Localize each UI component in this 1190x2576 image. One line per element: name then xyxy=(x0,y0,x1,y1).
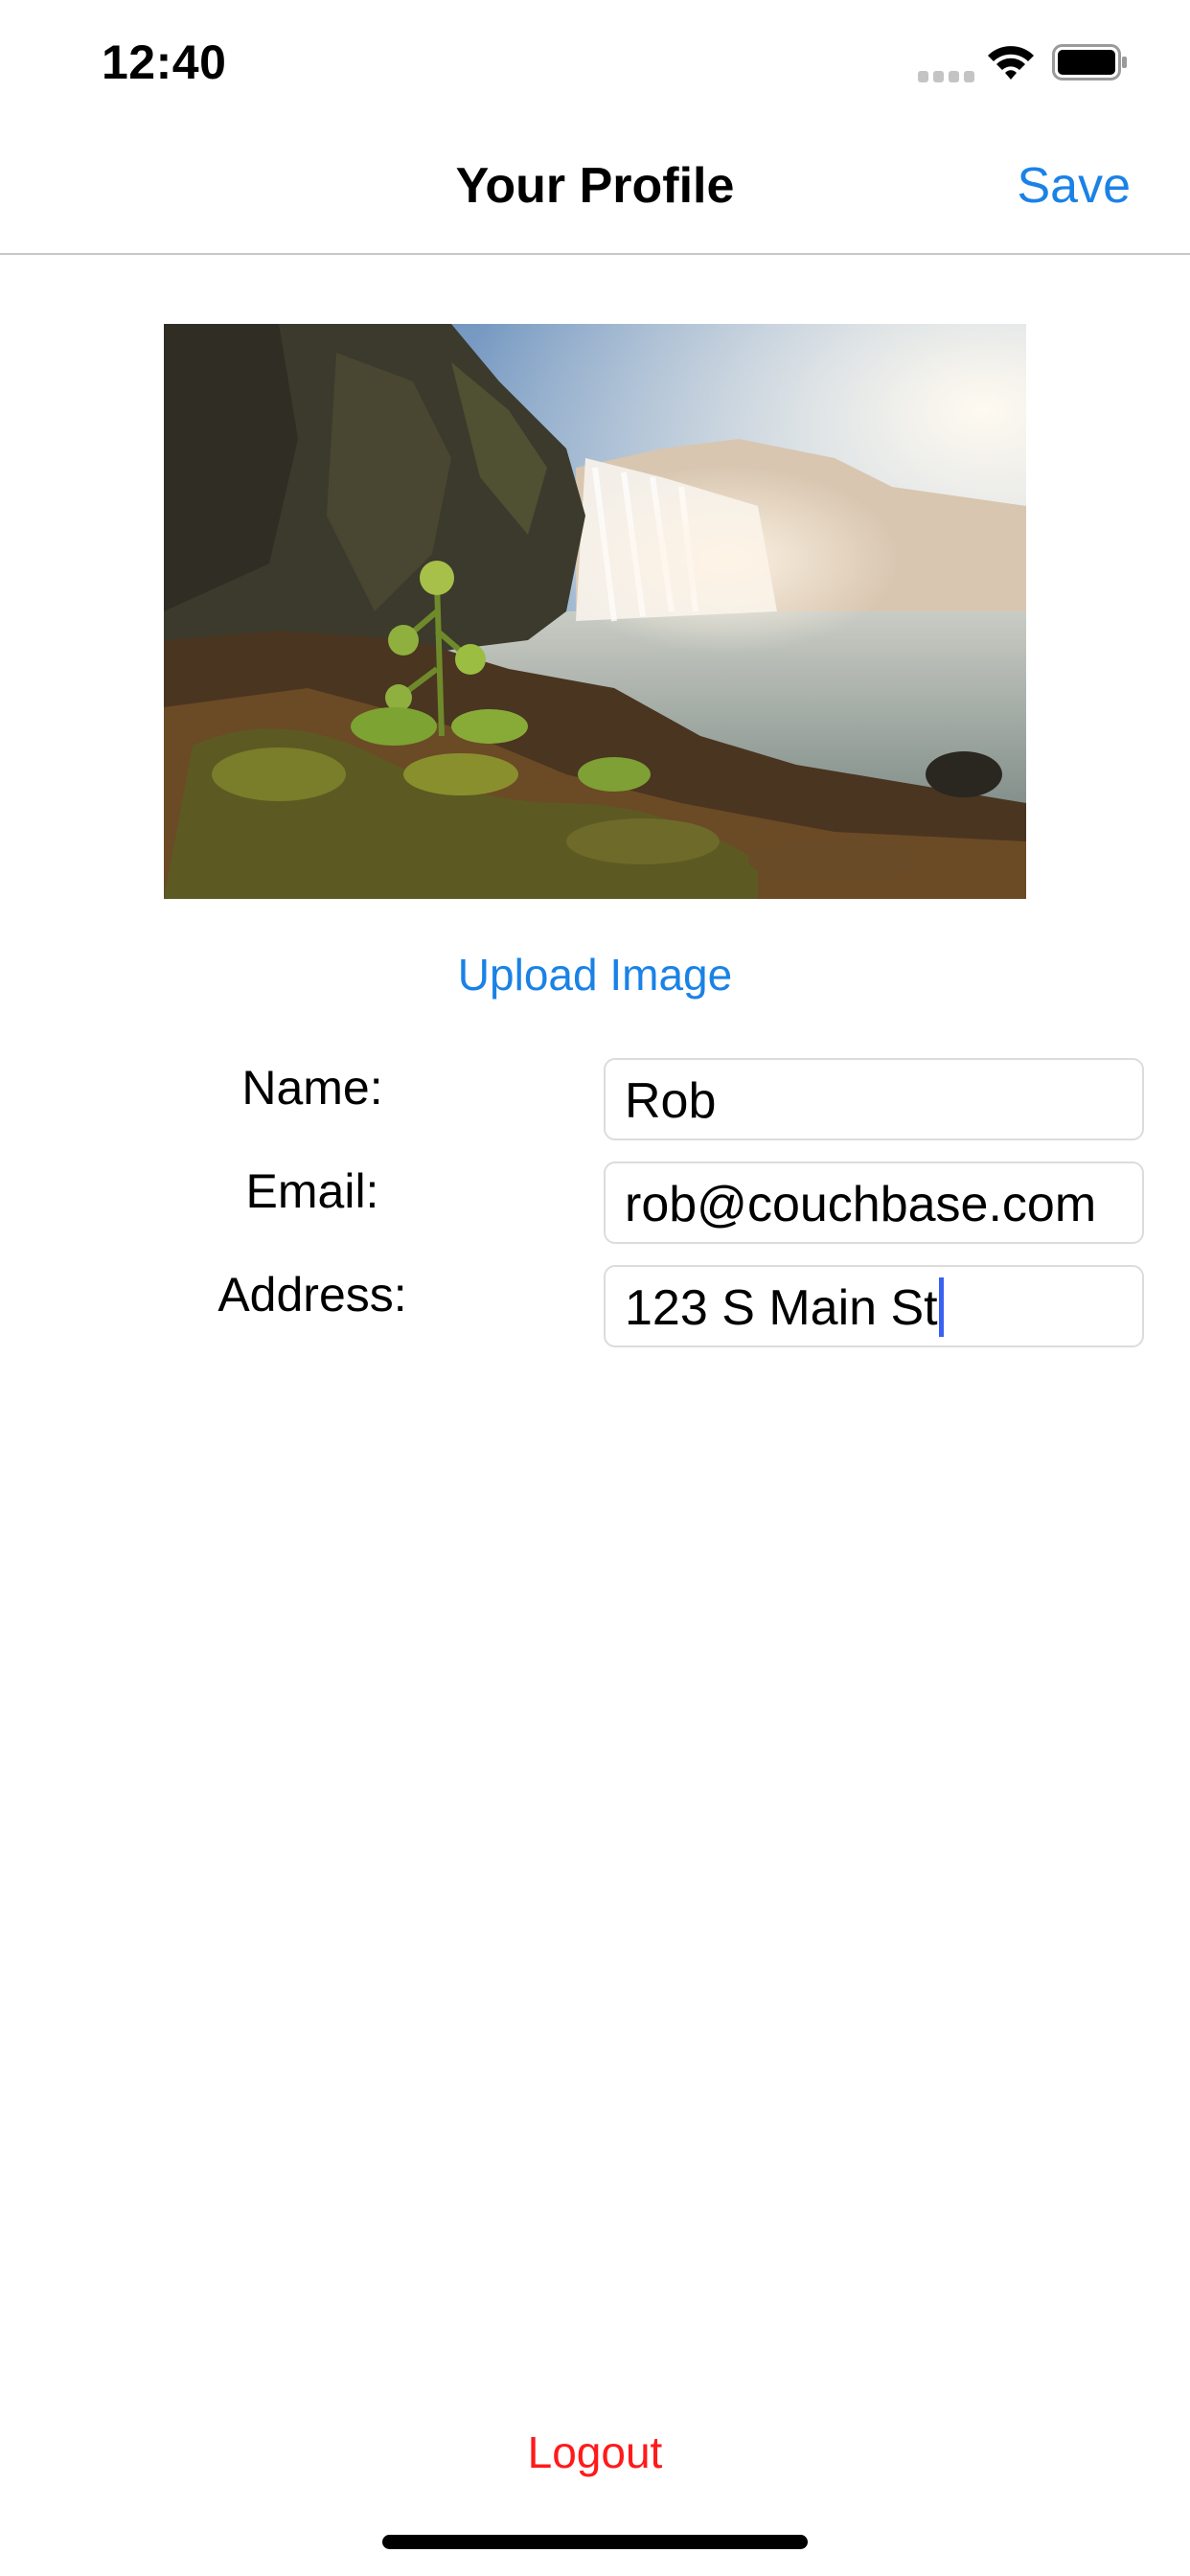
wifi-icon xyxy=(988,46,1034,80)
save-button[interactable]: Save xyxy=(1017,157,1131,215)
address-field-value: 123 S Main St xyxy=(625,1280,938,1336)
text-cursor xyxy=(938,1277,944,1338)
address-label: Address: xyxy=(217,1268,407,1322)
cellular-signal-icon xyxy=(918,71,974,82)
upload-image-button[interactable]: Upload Image xyxy=(0,949,1190,1000)
name-field[interactable]: Rob xyxy=(604,1058,1144,1140)
logout-button[interactable]: Logout xyxy=(0,2426,1190,2478)
home-indicator[interactable] xyxy=(382,2535,808,2549)
email-label: Email: xyxy=(245,1164,379,1218)
name-label: Name: xyxy=(241,1061,383,1115)
page-title: Your Profile xyxy=(455,158,735,214)
name-field-value: Rob xyxy=(625,1073,717,1129)
address-field[interactable]: 123 S Main St xyxy=(604,1265,1144,1347)
battery-icon xyxy=(1052,44,1127,80)
nav-divider xyxy=(0,253,1190,255)
profile-screen: 12:40 Your Profile Save Upload Image Nam… xyxy=(0,0,1190,2576)
email-field[interactable]: rob@couchbase.com xyxy=(604,1162,1144,1244)
profile-image xyxy=(164,324,1026,899)
status-time: 12:40 xyxy=(102,35,227,89)
email-field-value: rob@couchbase.com xyxy=(625,1177,1097,1232)
